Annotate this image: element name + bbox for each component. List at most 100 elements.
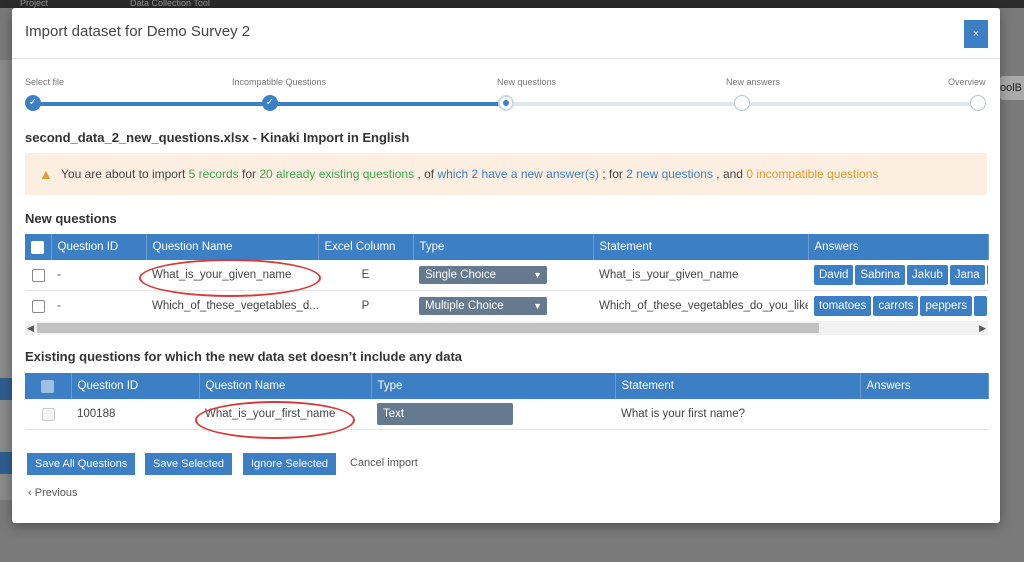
ignore-selected-button[interactable]: Ignore Selected <box>243 453 337 475</box>
chevron-down-icon: ▼ <box>533 270 542 280</box>
table-header-row: Question ID Question Name Type Statement… <box>25 373 989 399</box>
column-header-answers: Answers <box>808 234 989 260</box>
step-label-overview: Overview <box>948 77 986 87</box>
file-title: second_data_2_new_questions.xlsx - Kinak… <box>25 130 410 145</box>
warning-icon: ▲ <box>39 166 53 182</box>
statement-cell: What is your first name? <box>615 399 860 430</box>
statement-cell: What_is_your_given_name <box>593 260 808 291</box>
type-cell: Multiple Choice ▼ <box>413 290 593 322</box>
table-row: - What_is_your_given_name E Single Choic… <box>25 260 988 291</box>
import-dataset-modal: Import dataset for Demo Survey 2 × Selec… <box>12 8 1000 523</box>
scroll-left-icon[interactable]: ◀ <box>27 321 34 335</box>
question-name-cell: Which_of_these_vegetables_d... <box>146 290 318 322</box>
answer-chip[interactable]: Jana <box>949 265 985 285</box>
table-header-row: Question ID Question Name Excel Column T… <box>25 234 989 260</box>
summary-text: , of <box>414 167 438 181</box>
type-select-value: Text <box>383 408 405 420</box>
previous-label: Previous <box>34 487 78 499</box>
step-label-new-questions: New questions <box>497 77 557 87</box>
question-id-cell: - <box>51 260 146 291</box>
row-checkbox <box>41 407 55 421</box>
new-questions-table: Question ID Question Name Excel Column T… <box>25 234 989 322</box>
summary-existing-questions: 20 already existing questions <box>259 167 415 181</box>
summary-text: You are about to import <box>61 167 189 181</box>
type-cell: Single Choice ▼ <box>413 260 593 291</box>
answers-cell <box>860 399 988 430</box>
save-all-questions-button[interactable]: Save All Questions <box>27 453 136 475</box>
excel-column-cell: P <box>318 290 413 322</box>
row-select-cell[interactable] <box>25 260 51 291</box>
row-checkbox[interactable] <box>31 299 45 313</box>
table-row: - Which_of_these_vegetables_d... P Multi… <box>25 290 988 322</box>
table-row: 100188 What_is_your_first_name Text What… <box>25 399 988 430</box>
summary-incompatible-questions: 0 incompatible questions <box>746 167 879 181</box>
column-header-question-id: Question ID <box>51 234 147 260</box>
row-select-cell <box>25 399 71 430</box>
chevron-down-icon: ▼ <box>533 301 542 311</box>
answers-cell: David Sabrina Jakub Jana <box>808 260 988 291</box>
column-header-answers: Answers <box>860 373 989 399</box>
type-cell: Text <box>371 399 615 430</box>
answers-cell: tomatoes carrots peppers <box>808 290 988 322</box>
answer-chip[interactable]: Jakub <box>907 265 948 285</box>
step-new-answers-icon <box>734 95 750 111</box>
step-incompatible-questions-check-icon[interactable]: ✓ <box>262 95 278 111</box>
background-tab: oolB <box>1000 76 1024 100</box>
step-new-questions-current-icon[interactable] <box>498 95 514 111</box>
background-nav-data-collection: Data Collection Tool <box>130 0 210 8</box>
type-select[interactable]: Multiple Choice ▼ <box>419 297 547 315</box>
answer-chip[interactable]: carrots <box>873 296 919 316</box>
background-sidebar <box>0 60 12 500</box>
new-questions-heading: New questions <box>25 211 117 226</box>
horizontal-scrollbar[interactable]: ◀ ▶ <box>25 321 988 335</box>
type-select[interactable]: Single Choice ▼ <box>419 266 547 284</box>
import-summary-alert: ▲ You are about to import 5 records for … <box>25 153 987 195</box>
statement-cell: Which_of_these_vegetables_do_you_like <box>593 290 808 322</box>
close-button[interactable]: × <box>964 20 988 48</box>
summary-new-answers: which 2 have a new answer(s) <box>437 167 599 181</box>
select-all-cell[interactable] <box>25 234 52 260</box>
type-select[interactable]: Text <box>377 403 513 425</box>
previous-button[interactable]: ‹ Previous <box>28 487 78 499</box>
summary-text: ; for <box>598 167 627 181</box>
scrollbar-thumb[interactable] <box>37 323 819 333</box>
select-all-checkbox <box>41 379 55 393</box>
select-all-checkbox[interactable] <box>31 240 45 254</box>
background-button <box>0 452 12 474</box>
step-label-incompatible-questions: Incompatible Questions <box>232 77 327 87</box>
save-selected-button[interactable]: Save Selected <box>145 453 232 475</box>
type-select-value: Multiple Choice <box>425 300 504 312</box>
step-select-file-check-icon[interactable]: ✓ <box>25 95 41 111</box>
existing-questions-table: Question ID Question Name Type Statement… <box>25 373 989 430</box>
answer-chip[interactable]: peppers <box>920 296 973 316</box>
background-button <box>0 378 12 400</box>
row-select-cell[interactable] <box>25 290 51 322</box>
question-id-cell: 100188 <box>71 399 199 430</box>
background-topbar: Project Data Collection Tool <box>0 0 1024 8</box>
column-header-question-id: Question ID <box>71 373 200 399</box>
select-all-cell <box>25 373 72 399</box>
summary-new-questions: 2 new questions <box>626 167 713 181</box>
modal-title: Import dataset for Demo Survey 2 <box>25 23 251 40</box>
step-label-new-answers: New answers <box>726 77 781 87</box>
column-header-type: Type <box>413 234 594 260</box>
import-summary-text: You are about to import 5 records for 20… <box>61 153 878 195</box>
column-header-excel-column: Excel Column <box>318 234 414 260</box>
answer-chip[interactable]: Sabrina <box>855 265 906 285</box>
modal-header: Import dataset for Demo Survey 2 × <box>12 8 1000 59</box>
existing-questions-heading: Existing questions for which the new dat… <box>25 349 463 364</box>
cancel-import-button[interactable]: Cancel import <box>350 457 418 469</box>
scroll-right-icon[interactable]: ▶ <box>979 321 986 335</box>
answer-chip[interactable]: David <box>814 265 854 285</box>
column-header-question-name: Question Name <box>199 373 372 399</box>
answer-chip[interactable]: tomatoes <box>814 296 872 316</box>
column-header-type: Type <box>371 373 616 399</box>
answer-chip-overflow[interactable] <box>986 265 988 285</box>
answer-chip-overflow[interactable] <box>974 296 988 316</box>
step-label-select-file: Select file <box>25 77 65 87</box>
summary-text: , and <box>712 167 747 181</box>
summary-text: for <box>238 167 260 181</box>
row-checkbox[interactable] <box>31 268 45 282</box>
question-name-cell: What_is_your_first_name <box>199 399 371 430</box>
summary-records: 5 records <box>188 167 239 181</box>
